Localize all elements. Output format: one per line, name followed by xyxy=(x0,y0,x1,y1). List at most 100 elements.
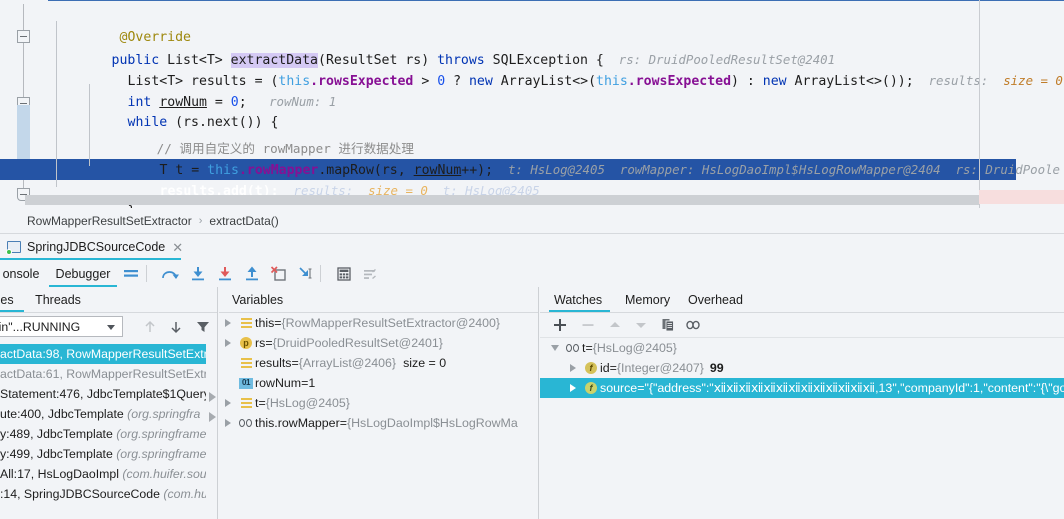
code-editor[interactable]: @Override public List<T> extractData(Res… xyxy=(0,0,1064,208)
tab-threads[interactable]: Threads xyxy=(28,287,88,312)
step-out-button[interactable] xyxy=(243,265,261,283)
variable-row-t[interactable]: t = {HsLog@2405} xyxy=(219,393,539,413)
pane-divider[interactable] xyxy=(217,287,218,519)
variable-value: {HsLog@2405} xyxy=(265,396,350,410)
inline-hint-results-size: size = 0 xyxy=(1003,73,1063,88)
field-icon: f xyxy=(582,362,600,374)
code-text[interactable]: @Override public List<T> extractData(Res… xyxy=(48,0,1064,208)
frame-row[interactable]: y:499, JdbcTemplate (org.springframe xyxy=(0,444,206,464)
editor-error-stripe[interactable] xyxy=(979,190,1064,204)
l3-this2: this xyxy=(596,74,628,89)
parameter-icon: p xyxy=(237,337,255,349)
variable-name: results xyxy=(255,356,292,370)
thread-selector-dropdown[interactable]: hain"...RUNNING xyxy=(0,316,123,337)
frame-text: actData:61, RowMapperResultSetExtra xyxy=(0,367,206,381)
variable-row-this[interactable]: this = {RowMapperResultSetExtractor@2400… xyxy=(219,313,539,333)
frame-row[interactable]: :14, SpringJDBCSourceCode (com.hui xyxy=(0,484,206,504)
copy-watch-button[interactable] xyxy=(660,317,676,333)
watch-row-t[interactable]: t = {HsLog@2405} xyxy=(540,338,1064,358)
breadcrumb[interactable]: RowMapperResultSetExtractor › extractDat… xyxy=(0,208,1064,234)
frame-row[interactable]: actData:98, RowMapperResultSetExtra xyxy=(0,344,206,364)
twisty-icon[interactable] xyxy=(219,399,237,407)
tab-debugger-label: Debugger xyxy=(55,266,111,281)
equals: = xyxy=(339,416,347,430)
frame-row[interactable]: All:17, HsLogDaoImpl (com.huifer.sour xyxy=(0,464,206,484)
variable-row-this-rowmapper[interactable]: this.rowMapper = {HsLogDaoImpl$HsLogRowM… xyxy=(219,413,539,433)
frame-text: ute:400, JdbcTemplate xyxy=(0,407,128,421)
watch-link-icon[interactable] xyxy=(685,317,701,333)
frames-list[interactable]: actData:98, RowMapperResultSetExtra actD… xyxy=(0,344,206,519)
move-watch-down-button[interactable] xyxy=(633,317,649,333)
breadcrumb-class[interactable]: RowMapperResultSetExtractor xyxy=(27,214,192,228)
pane-divider[interactable] xyxy=(538,287,539,519)
frame-package: (org.springfra xyxy=(127,407,201,421)
twisty-icon[interactable] xyxy=(564,384,582,392)
twisty-icon[interactable] xyxy=(564,364,582,372)
twisty-icon[interactable] xyxy=(219,419,237,427)
inline-hint-rowmapper: rowMapper: HsLogDaoImpl$HsLogRowMapper@2… xyxy=(619,162,941,177)
add-watch-button[interactable] xyxy=(552,317,568,333)
tab-memory[interactable]: Memory xyxy=(625,287,670,312)
twisty-icon[interactable] xyxy=(546,345,564,351)
toolbar-separator xyxy=(146,265,147,282)
force-step-into-button[interactable] xyxy=(216,265,234,283)
editor-hscrollbar-thumb[interactable] xyxy=(25,195,979,205)
run-tab-springjdbcsourcecode[interactable]: SpringJDBCSourceCode ✕ xyxy=(0,234,191,260)
variable-name: this.rowMapper xyxy=(255,416,340,430)
evaluate-expression-button[interactable] xyxy=(335,265,353,283)
show-execution-point-button[interactable] xyxy=(122,265,140,283)
debug-toolbar: onsole Debugger xyxy=(0,260,1064,288)
run-to-cursor-button[interactable] xyxy=(297,265,315,283)
primitive-icon: 01 xyxy=(237,377,255,389)
frames-up-button[interactable] xyxy=(141,318,159,336)
drop-frame-button[interactable] xyxy=(270,265,288,283)
twisty-icon[interactable] xyxy=(219,339,237,347)
close-icon[interactable]: ✕ xyxy=(172,241,183,254)
equals: = xyxy=(637,381,645,395)
fold-marker-method[interactable] xyxy=(17,30,30,43)
thread-selector-value: hain"...RUNNING xyxy=(0,319,81,334)
step-into-button[interactable] xyxy=(189,265,207,283)
frames-filter-button[interactable] xyxy=(194,318,212,336)
frames-down-button[interactable] xyxy=(167,318,185,336)
equals: = xyxy=(274,316,282,330)
step-over-button[interactable] xyxy=(161,265,179,283)
frame-package: (org.springframe xyxy=(116,447,206,461)
watch-icon xyxy=(237,418,255,428)
tab-overhead[interactable]: Overhead xyxy=(688,287,743,312)
tab-frames[interactable]: es xyxy=(0,287,24,312)
chevron-down-icon xyxy=(107,325,115,330)
watch-row-source[interactable]: f source = "{"address":"ⅻⅻⅻⅻⅻⅻⅻⅻⅻⅻⅻⅻⅻ,13… xyxy=(540,378,1064,398)
frame-row[interactable]: Statement:476, JdbcTemplate$1Query xyxy=(0,384,206,404)
tab-console[interactable]: onsole xyxy=(0,260,45,287)
frame-text: :14, SpringJDBCSourceCode xyxy=(0,487,164,501)
chevron-right-icon: › xyxy=(198,214,203,227)
variable-row-rs[interactable]: p rs = {DruidPooledResultSet@2401} xyxy=(219,333,539,353)
watch-value: {HsLog@2405} xyxy=(592,341,677,355)
tab-debugger[interactable]: Debugger xyxy=(49,260,117,287)
tab-threads-label: Threads xyxy=(35,292,81,307)
frame-row[interactable]: actData:61, RowMapperResultSetExtra xyxy=(0,364,206,384)
watch-row-id[interactable]: f id = {Integer@2407} 99 xyxy=(540,358,1064,378)
equals: = xyxy=(301,376,309,390)
move-watch-up-button[interactable] xyxy=(607,317,623,333)
twisty-icon[interactable] xyxy=(219,319,237,327)
variable-name: rs xyxy=(255,336,266,350)
frame-row[interactable]: y:489, JdbcTemplate (org.springframe xyxy=(0,424,206,444)
variable-value: {HsLogDaoImpl$HsLogRowMa xyxy=(346,416,518,430)
breadcrumb-method[interactable]: extractData() xyxy=(209,214,278,228)
watches-list[interactable]: t = {HsLog@2405} f id = {Integer@2407} 9… xyxy=(540,338,1064,398)
variable-row-results[interactable]: results = {ArrayList@2406} size = 0 xyxy=(219,353,539,373)
remove-watch-button[interactable] xyxy=(580,317,596,333)
variables-list[interactable]: this = {RowMapperResultSetExtractor@2400… xyxy=(219,313,539,433)
frames-scroll-right-icon[interactable] xyxy=(209,392,216,402)
l3-kw-new: new xyxy=(468,74,493,89)
object-icon xyxy=(237,317,255,329)
sort-values-button[interactable] xyxy=(361,265,379,283)
tab-watches[interactable]: Watches xyxy=(554,287,602,312)
frame-row[interactable]: ute:400, JdbcTemplate (org.springfra xyxy=(0,404,206,424)
frame-package: (com.huifer.sour xyxy=(122,467,206,481)
frames-scroll-right-icon[interactable] xyxy=(209,412,216,422)
frame-text: actData:98, RowMapperResultSetExtra xyxy=(0,347,206,361)
variable-row-rownum[interactable]: 01 rowNum = 1 xyxy=(219,373,539,393)
